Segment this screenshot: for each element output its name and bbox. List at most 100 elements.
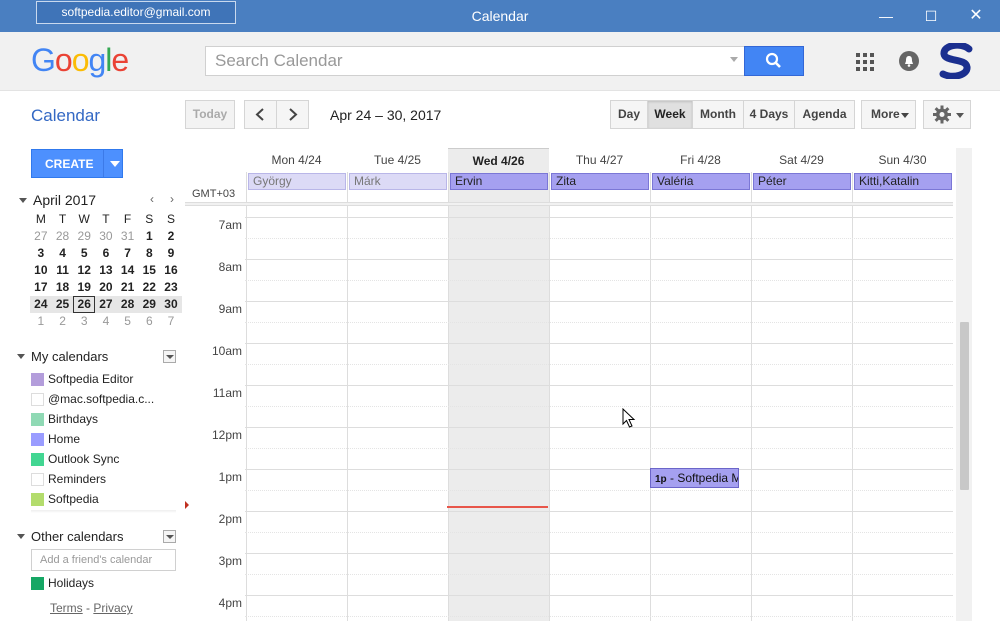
mini-day[interactable]: 24 (30, 296, 52, 313)
mini-day[interactable]: 2 (160, 228, 182, 245)
collapse-other-calendars-icon[interactable] (17, 534, 25, 539)
mini-day[interactable]: 27 (30, 228, 52, 245)
day-header[interactable]: Thu 4/27 (549, 148, 650, 172)
mini-day[interactable]: 5 (73, 245, 95, 262)
mini-day[interactable]: 27 (95, 296, 117, 313)
calendar-label: Holidays (48, 576, 95, 590)
view-agenda-button[interactable]: Agenda (794, 100, 855, 129)
mini-day[interactable]: 12 (73, 262, 95, 279)
mini-day[interactable]: 8 (138, 245, 160, 262)
avatar[interactable] (939, 41, 973, 80)
today-button[interactable]: Today (185, 100, 235, 129)
search-options-icon[interactable] (730, 57, 738, 62)
create-button[interactable]: CREATE (31, 149, 123, 178)
mini-day[interactable]: 4 (95, 313, 117, 330)
settings-button[interactable] (923, 100, 971, 129)
mini-day[interactable]: 30 (160, 296, 182, 313)
calendar-event[interactable]: 1p - Softpedia M (650, 468, 739, 488)
add-friend-input[interactable] (32, 550, 175, 570)
mini-day[interactable]: 15 (138, 262, 160, 279)
mini-day[interactable]: 7 (117, 245, 139, 262)
allday-event[interactable]: Ervin (450, 173, 548, 190)
mini-day[interactable]: 28 (52, 228, 74, 245)
mini-day[interactable]: 7 (160, 313, 182, 330)
my-calendars-title[interactable]: My calendars (31, 349, 108, 364)
allday-event[interactable]: Márk (349, 173, 447, 190)
other-calendars-title[interactable]: Other calendars (31, 529, 124, 544)
view-day-button[interactable]: Day (610, 100, 648, 129)
mini-day[interactable]: 19 (73, 279, 95, 296)
search-button[interactable] (744, 46, 804, 76)
mini-day[interactable]: 9 (160, 245, 182, 262)
mini-day[interactable]: 21 (117, 279, 139, 296)
terms-link[interactable]: Terms (50, 601, 83, 615)
app-title[interactable]: Calendar (31, 106, 100, 126)
mini-day[interactable]: 3 (73, 313, 95, 330)
mini-day[interactable]: 1 (30, 313, 52, 330)
allday-event[interactable]: Zita (551, 173, 649, 190)
mini-calendar: M T W T F S S 27 28 29 30 31 1 2 3 4 5 6 7 8 9 10 11 12 13 14 15 16… (30, 211, 182, 330)
maximize-icon[interactable]: ☐ (916, 4, 946, 28)
allday-event[interactable]: Péter (753, 173, 851, 190)
mini-prev-icon[interactable]: ‹ (150, 192, 154, 206)
mini-day[interactable]: 11 (52, 262, 74, 279)
hour-label: 10am (211, 344, 242, 358)
mini-day[interactable]: 29 (138, 296, 160, 313)
more-button[interactable]: More (861, 100, 916, 129)
privacy-link[interactable]: Privacy (93, 601, 132, 615)
mini-day[interactable]: 28 (117, 296, 139, 313)
day-header[interactable]: Sat 4/29 (751, 148, 852, 172)
mini-day[interactable]: 22 (138, 279, 160, 296)
next-week-button[interactable] (276, 100, 309, 129)
allday-event[interactable]: Kitti,Katalin (854, 173, 952, 190)
view-4days-button[interactable]: 4 Days (743, 100, 795, 129)
scrollbar-thumb[interactable] (960, 322, 969, 490)
apps-grid-icon[interactable] (856, 53, 874, 71)
search-box (205, 46, 745, 76)
hour-line (245, 301, 953, 302)
mini-day[interactable]: 18 (52, 279, 74, 296)
view-month-button[interactable]: Month (692, 100, 744, 129)
mini-day[interactable]: 16 (160, 262, 182, 279)
allday-event[interactable]: György (248, 173, 346, 190)
my-calendars-menu-button[interactable] (163, 350, 176, 363)
search-input[interactable] (206, 47, 744, 75)
mini-day[interactable]: 5 (117, 313, 139, 330)
mini-day[interactable]: 3 (30, 245, 52, 262)
day-header[interactable]: Wed 4/26 (448, 148, 549, 172)
mini-day[interactable]: 26 (73, 296, 96, 313)
mini-day[interactable]: 1 (138, 228, 160, 245)
mini-day[interactable]: 30 (95, 228, 117, 245)
mini-day[interactable]: 6 (138, 313, 160, 330)
view-week-button[interactable]: Week (647, 100, 693, 129)
day-header[interactable]: Mon 4/24 (246, 148, 347, 172)
mini-day[interactable]: 31 (117, 228, 139, 245)
mini-day[interactable]: 10 (30, 262, 52, 279)
calendar-color-swatch (31, 577, 44, 590)
mini-day[interactable]: 4 (52, 245, 74, 262)
mini-day[interactable]: 14 (117, 262, 139, 279)
mini-day[interactable]: 25 (52, 296, 74, 313)
minimize-icon[interactable]: — (871, 4, 901, 28)
prev-week-button[interactable] (244, 100, 277, 129)
notifications-icon[interactable] (899, 51, 919, 71)
google-logo[interactable]: Google (31, 42, 129, 79)
mini-day[interactable]: 20 (95, 279, 117, 296)
collapse-minical-icon[interactable] (19, 198, 27, 203)
mini-day[interactable]: 13 (95, 262, 117, 279)
half-hour-line (245, 616, 953, 617)
mini-day[interactable]: 2 (52, 313, 74, 330)
day-header[interactable]: Tue 4/25 (347, 148, 448, 172)
allday-event[interactable]: Valéria (652, 173, 750, 190)
close-icon[interactable]: ✕ (961, 4, 991, 28)
day-header[interactable]: Fri 4/28 (650, 148, 751, 172)
other-calendars-menu-button[interactable] (163, 530, 176, 543)
mini-day[interactable]: 29 (73, 228, 95, 245)
mini-next-icon[interactable]: › (170, 192, 174, 206)
mini-day[interactable]: 23 (160, 279, 182, 296)
mini-day[interactable]: 6 (95, 245, 117, 262)
day-header[interactable]: Sun 4/30 (852, 148, 953, 172)
collapse-my-calendars-icon[interactable] (17, 354, 25, 359)
chevron-down-icon[interactable] (110, 161, 120, 167)
mini-day[interactable]: 17 (30, 279, 52, 296)
